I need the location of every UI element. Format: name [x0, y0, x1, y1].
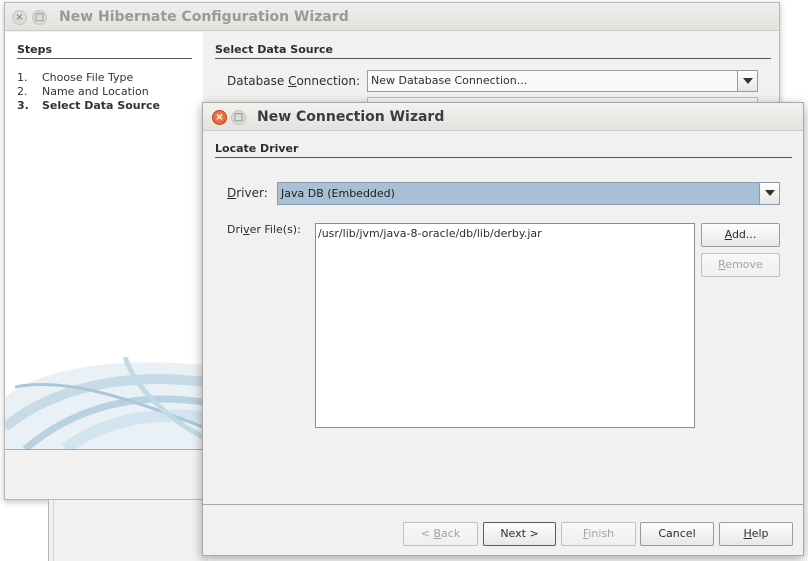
- button-mnemonic: B: [433, 527, 442, 540]
- button-label: ack: [441, 527, 461, 540]
- selected-value: Java DB (Embedded): [281, 187, 395, 200]
- label-mnemonic: D: [227, 186, 237, 200]
- dialog-title: New Connection Wizard: [257, 109, 445, 125]
- section-title: Locate Driver: [215, 142, 792, 158]
- label-text: er File(s):: [249, 223, 301, 236]
- button-label: elp: [751, 527, 769, 540]
- driver-files-label: Driver File(s):: [227, 223, 301, 236]
- close-icon[interactable]: ×: [212, 110, 227, 125]
- steps-panel: Steps 1. Choose File Type 2. Name and Loca…: [5, 32, 203, 449]
- chevron-down-icon[interactable]: [759, 183, 779, 204]
- step-label: Select Data Source: [42, 99, 161, 112]
- step-label: Name and Location: [42, 85, 149, 98]
- remove-button[interactable]: Remove: [701, 253, 780, 277]
- window-title: New Hibernate Configuration Wizard: [59, 9, 349, 25]
- list-item[interactable]: /usr/lib/jvm/java-8-oracle/db/lib/derby.…: [318, 227, 542, 240]
- step-item: 2. Name and Location: [17, 85, 149, 98]
- driver-label: Driver:: [227, 186, 268, 200]
- wizard-decoration-graphic: [5, 357, 203, 449]
- database-connection-select[interactable]: New Database Connection...: [367, 70, 758, 92]
- label-text: onnection:: [296, 74, 361, 88]
- cancel-button[interactable]: Cancel: [640, 522, 714, 546]
- button-label: <: [420, 527, 434, 540]
- divider: [203, 504, 803, 505]
- button-label: inish: [588, 527, 615, 540]
- label-text: river:: [236, 186, 268, 200]
- section-title: Select Data Source: [215, 43, 771, 59]
- maximize-icon[interactable]: □: [231, 110, 246, 125]
- hibernate-wizard-titlebar[interactable]: × □ New Hibernate Configuration Wizard: [5, 3, 779, 31]
- step-number: 1.: [17, 71, 28, 84]
- step-item-current: 3. Select Data Source: [17, 99, 160, 112]
- step-label: Choose File Type: [42, 71, 134, 84]
- dialog-titlebar[interactable]: × □ New Connection Wizard: [203, 103, 803, 131]
- label-text: Database: [227, 74, 289, 88]
- selected-value: New Database Connection...: [371, 74, 528, 87]
- maximize-icon[interactable]: □: [32, 10, 47, 25]
- step-item: 1. Choose File Type: [17, 71, 133, 84]
- background-window-edge: [48, 500, 208, 561]
- database-connection-label: Database Connection:: [227, 74, 360, 88]
- back-button[interactable]: < Back: [403, 522, 478, 546]
- new-connection-wizard-dialog: × □ New Connection Wizard Locate Driver …: [202, 102, 804, 556]
- step-number: 2.: [17, 85, 28, 98]
- button-label: emove: [725, 258, 763, 271]
- button-label: dd...: [731, 228, 757, 241]
- label-text: Dri: [227, 223, 244, 236]
- chevron-down-icon[interactable]: [737, 71, 757, 91]
- driver-files-list[interactable]: /usr/lib/jvm/java-8-oracle/db/lib/derby.…: [315, 223, 695, 428]
- step-number: 3.: [17, 99, 29, 112]
- finish-button[interactable]: Finish: [561, 522, 636, 546]
- driver-select[interactable]: Java DB (Embedded): [277, 182, 780, 205]
- close-icon[interactable]: ×: [12, 10, 27, 25]
- button-mnemonic: H: [743, 527, 752, 540]
- add-button[interactable]: Add...: [701, 223, 780, 247]
- next-button[interactable]: Next >: [483, 522, 556, 546]
- steps-heading: Steps: [17, 43, 192, 59]
- help-button[interactable]: Help: [719, 522, 793, 546]
- button-mnemonic: A: [724, 228, 732, 241]
